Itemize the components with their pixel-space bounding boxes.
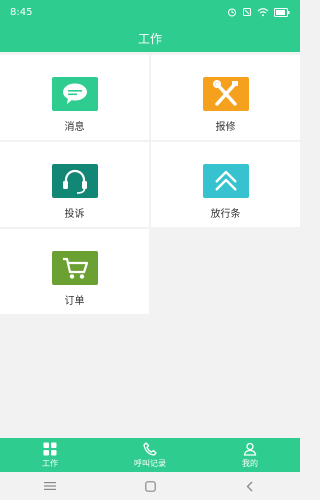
user-icon bbox=[243, 442, 257, 456]
home-button[interactable] bbox=[138, 474, 162, 498]
page-title: 工作 bbox=[137, 31, 162, 46]
tile-message[interactable]: 消息 bbox=[0, 55, 149, 140]
tile-pass[interactable]: 放行条 bbox=[151, 142, 300, 227]
back-button[interactable] bbox=[238, 474, 262, 498]
status-time: 8:45 bbox=[10, 6, 33, 18]
menu-icon bbox=[44, 482, 56, 490]
tile-complaint[interactable]: 投诉 bbox=[0, 142, 149, 227]
nav-item-call-records[interactable]: 呼叫记录 bbox=[110, 438, 190, 472]
nav-item-work[interactable]: 工作 bbox=[10, 438, 90, 472]
nav-item-call-records-label: 呼叫记录 bbox=[134, 458, 166, 468]
bottom-nav: 工作 呼叫记录 我的 bbox=[0, 438, 300, 472]
pass-up-icon bbox=[202, 164, 249, 198]
home-icon bbox=[144, 480, 156, 492]
tile-order-label: 订单 bbox=[64, 296, 85, 307]
status-bar: 8:45 bbox=[0, 0, 300, 24]
headset-icon bbox=[51, 164, 98, 198]
nav-item-work-label: 工作 bbox=[42, 458, 58, 468]
alarm-icon bbox=[228, 8, 236, 17]
system-nav-bar bbox=[0, 472, 300, 500]
tile-pass-label: 放行条 bbox=[210, 209, 241, 220]
back-icon bbox=[246, 481, 253, 491]
tile-order[interactable]: 订单 bbox=[0, 229, 149, 314]
title-bar: 工作 bbox=[0, 24, 300, 52]
repair-tools-icon bbox=[202, 77, 249, 111]
nav-item-mine-label: 我的 bbox=[242, 458, 258, 468]
message-icon bbox=[51, 77, 98, 111]
menu-button[interactable] bbox=[38, 474, 62, 498]
cart-icon bbox=[51, 251, 98, 285]
tile-complaint-label: 投诉 bbox=[64, 209, 85, 220]
tile-repair-label: 报修 bbox=[215, 122, 236, 133]
silent-icon bbox=[243, 8, 251, 16]
tile-message-label: 消息 bbox=[64, 122, 85, 133]
phone-icon bbox=[143, 441, 157, 456]
status-icons bbox=[227, 7, 290, 17]
grid-icon bbox=[43, 442, 57, 455]
nav-item-mine[interactable]: 我的 bbox=[210, 438, 290, 472]
battery-icon bbox=[274, 7, 290, 17]
wifi-icon bbox=[257, 8, 269, 17]
tile-repair[interactable]: 报修 bbox=[151, 55, 300, 140]
